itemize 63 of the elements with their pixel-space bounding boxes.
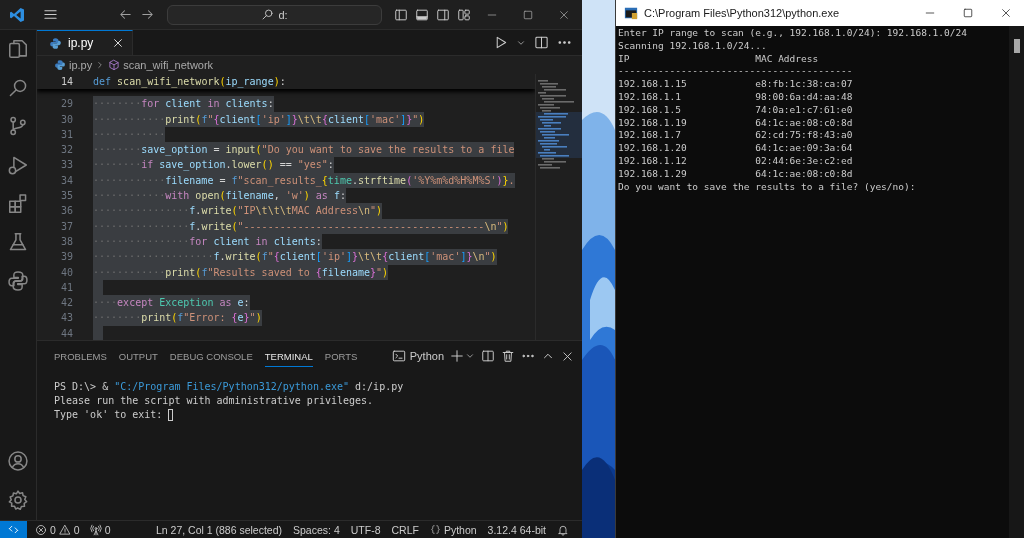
window-title: C:\Program Files\Python312\python.exe [644,7,840,19]
console-cell-text: 192.168.1.19 [618,116,688,130]
line-number: 41 [59,280,73,295]
console-cell-text: 192.168.1.12 [618,154,688,168]
panel-tab[interactable]: PORTS [324,345,358,367]
error-count[interactable]: 0 [50,523,56,536]
line-number: 40 [59,265,73,280]
line-number: 42 [59,296,73,311]
console-cell-text: 74:0a:e1:c7:61:e0 [755,103,854,117]
line-number: 36 [59,204,73,219]
console-cell-text: 192.168.1.5 [618,103,682,117]
line-number: 30 [59,112,73,127]
line-ending-setting[interactable]: CRLF [391,523,419,536]
line-number: 38 [59,234,73,249]
console-cell-text: 192.168.1.20 [618,142,688,155]
console-cell-text: 192.168.1.29 [618,167,688,181]
console-cell-text: MAC Address [755,52,820,66]
console-cell-text: 192.168.1.15 [618,78,688,91]
panel-tab[interactable]: TERMINAL [264,345,313,367]
terminal-line: Type 'ok' to exit: [54,408,164,422]
panel-tab[interactable]: OUTPUT [118,345,158,367]
ports-count[interactable]: 0 [104,523,111,536]
editor-tab[interactable]: ip.py [37,30,133,55]
encoding-setting[interactable]: UTF-8 [350,523,381,536]
console-cell-text: 98:00:6a:d4:aa:48 [755,91,854,104]
breadcrumb-item[interactable]: ip.py [69,59,93,71]
line-number: 31 [59,127,73,142]
console-cell-text: 02:44:6e:3e:c2:ed [755,154,854,168]
line-number: 43 [59,311,73,326]
terminal-profile[interactable]: Python [391,349,444,363]
interpreter-version[interactable]: 3.12.4 64-bit [487,523,546,536]
line-number: 34 [59,173,73,188]
console-cell-text: 192.168.1.1 [618,91,682,104]
language-mode[interactable]: Python [429,523,477,536]
line-number: 32 [59,143,73,158]
breadcrumb-item[interactable]: scan_wifi_network [123,59,214,71]
console-cell-text: 64:1c:ae:09:3a:64 [755,142,854,155]
console-cell-text: 64:1c:ae:08:c0:8d [755,116,854,130]
cursor-position[interactable]: Ln 27, Col 1 (886 selected) [155,523,283,536]
code-line: def scan_wifi_network(ip_range): [93,75,286,90]
line-number: 39 [59,250,73,265]
terminal-line: Please run the script with administrative privileges. [54,394,374,408]
warning-count[interactable]: 0 [73,523,80,536]
search-field[interactable]: d: [167,4,382,25]
line-number: 33 [59,158,73,173]
terminal-line: PS D:\> & "C:/Program Files/Python312/python.exe" d:/ip.py [54,380,404,394]
console-line: Enter IP range to scan (e.g., 192.168.1.0/24): 192.168.1.0/24 [618,27,967,38]
console-line: ----------------------------------------- [618,65,853,77]
line-number: 35 [59,189,73,204]
console-cell-text: e8:fb:1c:38:ca:07 [755,78,854,91]
line-number: 44 [59,326,73,340]
line-number: 37 [59,219,73,234]
console-line: Scanning 192.168.1.0/24... [618,39,767,51]
panel-tab[interactable]: DEBUG CONSOLE [169,345,253,367]
line-number: 14 [59,75,73,89]
line-number: 29 [59,97,73,112]
indentation-setting[interactable]: Spaces: 4 [293,523,340,536]
console-cell-text: 64:1c:ae:08:c0:8d [755,167,854,181]
panel-tab[interactable]: PROBLEMS [54,345,107,367]
console-line: Do you want to save the results to a file? (yes/no): [618,180,916,192]
console-cell-text: IP [618,52,631,66]
console-cell-text: 192.168.1.7 [618,129,682,143]
console-cell-text: 62:cd:75:f8:43:a0 [755,129,854,143]
